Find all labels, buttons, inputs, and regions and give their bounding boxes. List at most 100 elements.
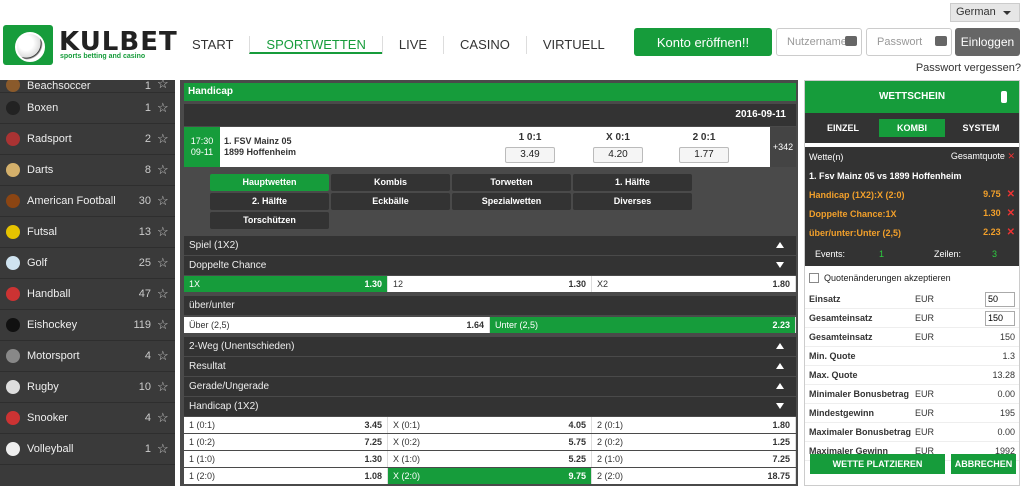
- favorite-star-icon[interactable]: ☆: [157, 224, 175, 240]
- odds-cell[interactable]: 2 (0:2) 1.25: [592, 434, 796, 450]
- more-markets-button[interactable]: +342: [770, 127, 796, 167]
- odds-cell[interactable]: Über (2,5) 1.64: [184, 317, 490, 333]
- sidebar-item-rugby[interactable]: Rugby 10 ☆: [0, 372, 175, 403]
- sidebar-item-american-football[interactable]: American Football 30 ☆: [0, 186, 175, 217]
- tab-hauptwetten[interactable]: Hauptwetten: [210, 174, 329, 191]
- tab-kombi[interactable]: KOMBI: [879, 119, 945, 137]
- odds-cell[interactable]: 1X 1.30: [184, 276, 388, 292]
- market-ueber-unter[interactable]: über/unter: [184, 296, 796, 315]
- favorite-star-icon[interactable]: ☆: [157, 317, 175, 333]
- favorite-star-icon[interactable]: ☆: [157, 80, 175, 92]
- collapse-up-icon[interactable]: [776, 383, 784, 389]
- tab-diverses[interactable]: Diverses: [573, 193, 692, 210]
- language-select[interactable]: German: [950, 3, 1020, 22]
- odds-cell[interactable]: X2 1.80: [592, 276, 796, 292]
- sidebar-item-eishockey[interactable]: Eishockey 119 ☆: [0, 310, 175, 341]
- username-input[interactable]: Nutzername: [776, 28, 862, 56]
- tab-erste-haelfte[interactable]: 1. Hälfte: [573, 174, 692, 191]
- tab-einzel[interactable]: EINZEL: [810, 119, 876, 137]
- odds-cell[interactable]: X (1:0) 5.25: [388, 451, 592, 467]
- collapse-up-icon[interactable]: [776, 242, 784, 248]
- odds-cell[interactable]: 1 (2:0) 1.08: [184, 468, 388, 484]
- tab-eckbaelle[interactable]: Eckbälle: [331, 193, 450, 210]
- odd-button[interactable]: 3.49: [505, 147, 555, 163]
- tab-torwetten[interactable]: Torwetten: [452, 174, 571, 191]
- favorite-star-icon[interactable]: ☆: [157, 100, 175, 116]
- sidebar-item-futsal[interactable]: Futsal 13 ☆: [0, 217, 175, 248]
- favorite-star-icon[interactable]: ☆: [157, 162, 175, 178]
- sidebar-item-handball[interactable]: Handball 47 ☆: [0, 279, 175, 310]
- accept-changes-checkbox[interactable]: [809, 273, 819, 283]
- sidebar-item-beachsoccer[interactable]: Beachsoccer 1 ☆: [0, 80, 175, 93]
- sidebar-item-boxen[interactable]: Boxen 1 ☆: [0, 93, 175, 124]
- odds-cell[interactable]: 12 1.30: [388, 276, 592, 292]
- odd-button[interactable]: 4.20: [593, 147, 643, 163]
- remove-icon[interactable]: ✕: [1007, 208, 1015, 219]
- expand-down-icon[interactable]: [776, 262, 784, 268]
- remove-icon[interactable]: ✕: [1007, 189, 1015, 200]
- close-icon[interactable]: ✕: [1007, 151, 1015, 161]
- favorite-star-icon[interactable]: ☆: [157, 193, 175, 209]
- tab-spezialwetten[interactable]: Spezialwetten: [452, 193, 571, 210]
- sidebar-item-darts[interactable]: Darts 8 ☆: [0, 155, 175, 186]
- login-button[interactable]: Einloggen: [955, 28, 1020, 56]
- odds-cell[interactable]: 1 (0:2) 7.25: [184, 434, 388, 450]
- odds-cell[interactable]: 2 (2:0) 18.75: [592, 468, 796, 484]
- odds-cell[interactable]: X (0:1) 4.05: [388, 417, 592, 433]
- accept-changes-row[interactable]: Quotenänderungen akzeptieren: [805, 266, 1019, 290]
- market-gerade[interactable]: Gerade/Ungerade: [184, 377, 796, 396]
- tab-torschuetzen[interactable]: Torschützen: [210, 212, 329, 229]
- odds-cell[interactable]: Unter (2,5) 2.23: [490, 317, 796, 333]
- favorite-star-icon[interactable]: ☆: [157, 255, 175, 271]
- odds-cell[interactable]: 1 (1:0) 1.30: [184, 451, 388, 467]
- favorite-star-icon[interactable]: ☆: [157, 379, 175, 395]
- odds-cell[interactable]: X (2:0) 9.75: [388, 468, 592, 484]
- nav-casino[interactable]: CASINO: [443, 36, 526, 54]
- pin-icon[interactable]: [1001, 91, 1007, 103]
- collapse-up-icon[interactable]: [776, 343, 784, 349]
- tab-zweite-haelfte[interactable]: 2. Hälfte: [210, 193, 329, 210]
- market-zweiweg[interactable]: 2-Weg (Unentschieden): [184, 337, 796, 356]
- nav-live[interactable]: LIVE: [381, 36, 443, 54]
- favorite-star-icon[interactable]: ☆: [157, 441, 175, 457]
- sidebar-item-volleyball[interactable]: Volleyball 1 ☆: [0, 434, 175, 465]
- sidebar-item-snooker[interactable]: Snooker 4 ☆: [0, 403, 175, 434]
- collapse-up-icon[interactable]: [776, 363, 784, 369]
- password-input[interactable]: Passwort: [866, 28, 952, 56]
- odds-cell[interactable]: X (0:2) 5.75: [388, 434, 592, 450]
- stake-input[interactable]: [985, 310, 1015, 326]
- odds-cell[interactable]: 2 (0:1) 1.80: [592, 417, 796, 433]
- tab-kombis[interactable]: Kombis: [331, 174, 450, 191]
- match-teams[interactable]: 1. FSV Mainz 05 1899 Hoffenheim: [224, 136, 296, 158]
- nav-start[interactable]: START: [176, 36, 249, 54]
- favorite-star-icon[interactable]: ☆: [157, 131, 175, 147]
- market-resultat[interactable]: Resultat: [184, 357, 796, 376]
- favorite-star-icon[interactable]: ☆: [157, 410, 175, 426]
- favorite-star-icon[interactable]: ☆: [157, 286, 175, 302]
- cancel-button[interactable]: ABBRECHEN: [951, 454, 1016, 474]
- tab-system[interactable]: SYSTEM: [948, 119, 1014, 137]
- odd-button[interactable]: 1.77: [679, 147, 729, 163]
- stake-input[interactable]: [985, 291, 1015, 307]
- market-spiel[interactable]: Spiel (1X2): [184, 236, 796, 255]
- favorite-star-icon[interactable]: ☆: [157, 348, 175, 364]
- remove-icon[interactable]: ✕: [1007, 227, 1015, 238]
- forgot-password-link[interactable]: Passwort vergessen?: [916, 62, 1021, 74]
- market-doppelte-chance[interactable]: Doppelte Chance: [184, 256, 796, 275]
- logo[interactable]: KULBET sports betting and casino: [3, 25, 177, 65]
- keyboard-icon[interactable]: [845, 36, 857, 46]
- odds-cell[interactable]: 1 (0:1) 3.45: [184, 417, 388, 433]
- nav-virtuell[interactable]: VIRTUELL: [525, 36, 621, 54]
- match-row[interactable]: 17:30 09-11 1. FSV Mainz 05 1899 Hoffenh…: [184, 127, 796, 167]
- keyboard-icon[interactable]: [935, 36, 947, 46]
- expand-down-icon[interactable]: [776, 403, 784, 409]
- place-bet-button[interactable]: WETTE PLATZIEREN: [810, 454, 945, 474]
- accept-changes-label: Quotenänderungen akzeptieren: [824, 273, 951, 283]
- nav-sportwetten[interactable]: SPORTWETTEN: [249, 36, 382, 54]
- sidebar-item-radsport[interactable]: Radsport 2 ☆: [0, 124, 175, 155]
- open-account-button[interactable]: Konto eröffnen!!: [634, 28, 772, 56]
- sidebar-item-golf[interactable]: Golf 25 ☆: [0, 248, 175, 279]
- sidebar-item-motorsport[interactable]: Motorsport 4 ☆: [0, 341, 175, 372]
- odds-cell[interactable]: 2 (1:0) 7.25: [592, 451, 796, 467]
- market-handicap[interactable]: Handicap (1X2): [184, 397, 796, 416]
